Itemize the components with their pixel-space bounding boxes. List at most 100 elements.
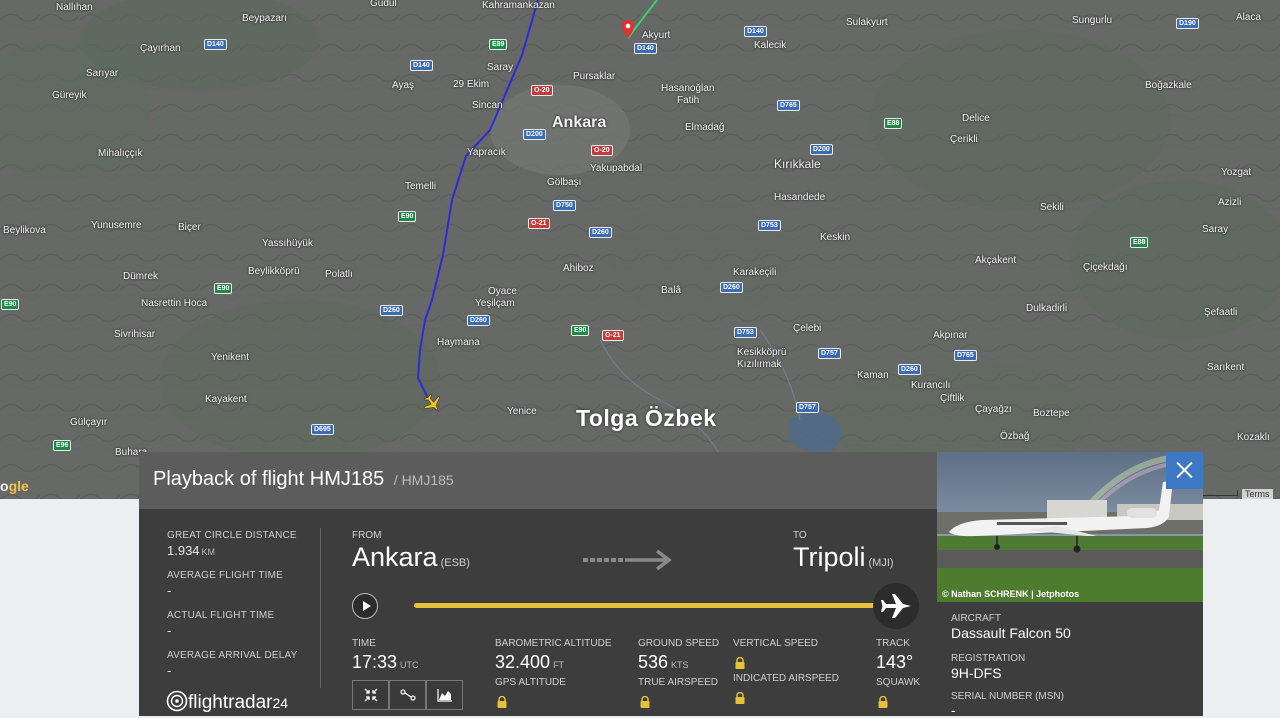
road-shield: D140 (744, 26, 767, 37)
road-shield: O-20 (591, 145, 613, 156)
aircraft-photo-image (937, 452, 1203, 602)
route-view-button[interactable] (389, 680, 426, 710)
place-label: Sincan (472, 100, 503, 111)
road-shield: D695 (311, 424, 334, 435)
great-circle-distance-value: 1.934 KM (167, 543, 216, 558)
place-label: Boğazkale (1145, 80, 1192, 91)
place-label: Kayakent (205, 394, 247, 405)
flight-map[interactable]: Nallıhan Beypazarı Güdül Kahramankazan Akyur… (0, 0, 1280, 499)
destination-city[interactable]: Tripoli (MJI) (793, 542, 894, 573)
place-label: Kahramankazan (482, 0, 555, 11)
road-shield: D753 (758, 220, 781, 231)
registration-label: REGISTRATION (951, 653, 1026, 664)
aircraft-photo[interactable]: © Nathan SCHRENK | Jetphotos (937, 452, 1203, 602)
photographer-watermark: Tolga Özbek (576, 405, 717, 431)
place-label: Elmadağ (685, 122, 725, 133)
place-label: Keskin (820, 232, 851, 243)
collapse-view-button[interactable] (352, 680, 389, 710)
place-label: Güdül (370, 0, 397, 9)
place-label: Ahiboz (563, 263, 594, 274)
road-shield: D140 (204, 39, 227, 50)
place-label: Balâ (661, 285, 682, 296)
place-label: Yeşilçam (475, 298, 515, 309)
barometric-altitude-label: BAROMETRIC ALTITUDE (495, 638, 612, 649)
ground-speed-label: GROUND SPEED (638, 638, 720, 649)
google-logo[interactable]: ogle (0, 478, 29, 494)
place-label: Yassıhüyük (262, 238, 313, 249)
lock-icon[interactable] (734, 657, 746, 669)
place-label: Beylikova (3, 225, 46, 236)
road-shield: D260 (467, 315, 490, 326)
great-circle-distance-label: Great Circle Distance (167, 530, 297, 541)
panel-title: Playback of flight HMJ185 / HMJ185 (153, 468, 454, 491)
place-label: Nallıhan (56, 2, 93, 13)
actual-flight-time-label: Actual Flight Time (167, 610, 275, 621)
place-label: 29 Ekim (453, 79, 490, 90)
flight-callsign: / HMJ185 (393, 472, 454, 488)
close-button[interactable] (1166, 452, 1203, 489)
graph-view-button[interactable] (426, 680, 463, 710)
place-label: Kırıkkale (774, 157, 821, 171)
playback-slider-handle[interactable] (873, 583, 919, 629)
place-label: Çiçekdağı (1083, 262, 1128, 273)
airplane-icon (881, 594, 911, 618)
place-label: Kızılırmak (737, 359, 782, 370)
lock-icon[interactable] (734, 692, 746, 704)
road-shield: E89 (489, 39, 508, 50)
place-label: Kurancılı (911, 380, 951, 391)
lock-icon[interactable] (496, 696, 508, 708)
lock-icon[interactable] (639, 696, 651, 708)
lock-icon[interactable] (877, 696, 889, 708)
place-label: Kalecik (754, 40, 787, 51)
place-label: Çiftlik (940, 393, 965, 404)
playback-progress-track[interactable] (414, 603, 884, 608)
place-label: Çerikli (950, 134, 978, 145)
road-shield: O-21 (602, 330, 624, 341)
road-shield: D140 (634, 43, 657, 54)
to-label: TO (793, 530, 807, 541)
place-label: Sekili (1040, 202, 1064, 213)
road-shield: E88 (1130, 237, 1149, 248)
route-icon (399, 689, 416, 701)
aircraft-side-panel: © Nathan SCHRENK | Jetphotos AIRCRAFT Da… (937, 452, 1203, 718)
place-label: Saray (487, 62, 514, 73)
road-shield: D757 (796, 402, 819, 413)
place-label: Nasrettin Hoca (141, 298, 208, 309)
aircraft-label: AIRCRAFT (951, 613, 1001, 624)
playback-panel: Playback of flight HMJ185 / HMJ185 Great… (139, 452, 937, 716)
aircraft-type-value: Dassault Falcon 50 (951, 625, 1071, 641)
place-label: Fatih (677, 95, 700, 106)
place-label: Oyace (488, 286, 517, 297)
place-label: Sarıkent (1207, 362, 1245, 373)
average-flight-time-label: Average Flight Time (167, 570, 284, 581)
serial-number-label: SERIAL NUMBER (MSN) (951, 691, 1064, 702)
indicated-airspeed-label: INDICATED AIRSPEED (733, 673, 839, 684)
place-label: Beylikköprü (248, 266, 300, 277)
road-shield: D750 (553, 200, 576, 211)
road-shield: D140 (410, 60, 433, 71)
origin-city[interactable]: Ankara (ESB) (352, 542, 470, 573)
place-label: Saray (1202, 224, 1229, 235)
place-label: Hasandede (774, 192, 826, 203)
place-label: Çayağzı (975, 404, 1012, 415)
place-label: Delice (962, 113, 990, 124)
squawk-label: SQUAWK (876, 677, 921, 688)
place-label: Boztepe (1033, 408, 1070, 419)
place-label: Özbağ (1000, 431, 1030, 442)
road-shield: E90 (214, 283, 233, 294)
place-label: Ankara (552, 114, 607, 131)
photo-credit[interactable]: © Nathan SCHRENK | Jetphotos (942, 589, 1079, 599)
play-button[interactable] (352, 593, 378, 619)
place-label: Azizli (1218, 197, 1242, 208)
place-label: Yakupabdal (590, 163, 643, 174)
place-label: Hasanoğlan (661, 83, 715, 94)
place-label: Sulakyurt (846, 17, 888, 28)
terms-link[interactable]: Terms (1242, 489, 1273, 499)
average-flight-time-value: - (167, 583, 172, 598)
place-label: Pursaklar (573, 71, 616, 82)
place-label: Çayırhan (140, 43, 181, 54)
road-shield: E90 (398, 211, 417, 222)
place-label: Alaca (1236, 12, 1262, 23)
flightradar24-logo[interactable]: flightradar24 (166, 690, 288, 714)
place-label: Kozaklı (1237, 432, 1270, 443)
